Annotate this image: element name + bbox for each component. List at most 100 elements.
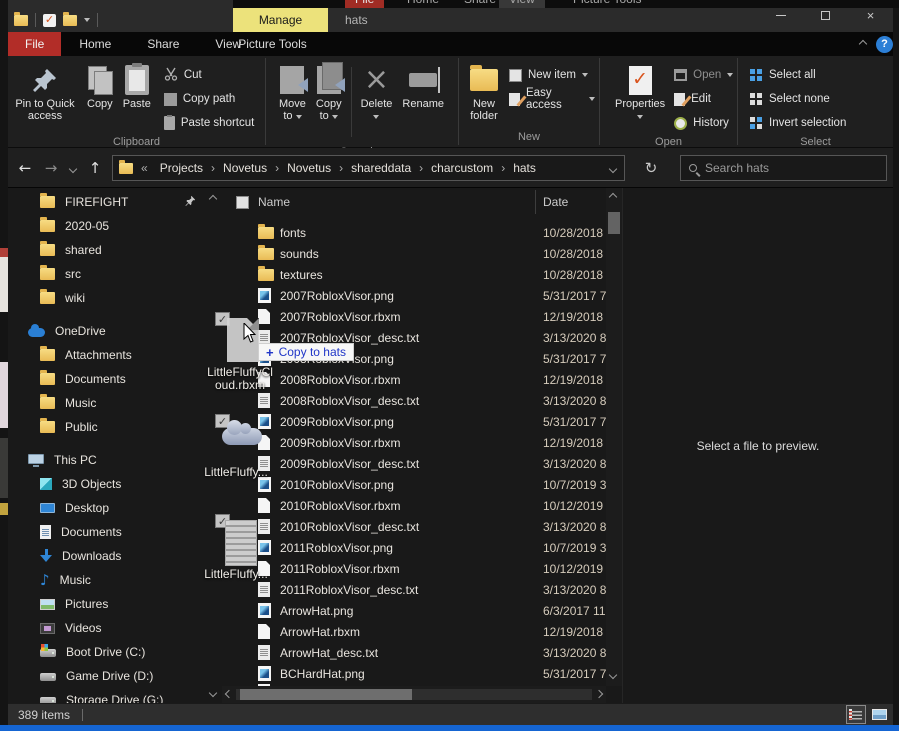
- column-header-name[interactable]: Name: [258, 195, 290, 209]
- file-row[interactable]: 2008RobloxVisor.png 5/31/2017 7: [222, 348, 606, 369]
- help-icon[interactable]: ?: [876, 36, 893, 53]
- sidebar-item[interactable]: Music: [8, 391, 222, 415]
- sidebar-item[interactable]: Storage Drive (G:): [8, 688, 222, 703]
- column-header-date[interactable]: Date: [543, 195, 568, 209]
- sidebar-item[interactable]: wiki: [8, 286, 222, 310]
- file-row[interactable]: textures 10/28/2018: [222, 264, 606, 285]
- delete-button[interactable]: × Delete: [356, 59, 398, 122]
- up-button[interactable]: ↑: [82, 159, 108, 177]
- sidebar-item[interactable]: shared: [8, 238, 222, 262]
- history-button[interactable]: History: [670, 111, 737, 135]
- file-row[interactable]: 2007RobloxVisor.rbxm 12/19/2018: [222, 306, 606, 327]
- invert-selection-button[interactable]: Invert selection: [746, 111, 850, 135]
- scroll-up-icon[interactable]: [609, 193, 617, 201]
- select-all-button[interactable]: Select all: [746, 63, 850, 87]
- file-row[interactable]: 2009RobloxVisor_desc.txt 3/13/2020 8: [222, 453, 606, 474]
- column-divider[interactable]: [535, 190, 536, 214]
- search-box[interactable]: [680, 155, 887, 181]
- qat-new-folder-icon[interactable]: [63, 15, 77, 26]
- collapse-ribbon-icon[interactable]: [859, 40, 867, 48]
- horizontal-scrollbar[interactable]: [222, 686, 606, 703]
- sidebar-item[interactable]: 3D Objects: [8, 472, 222, 496]
- cut-button[interactable]: Cut: [160, 63, 259, 87]
- pin-to-quick-access-button[interactable]: Pin to Quick access: [8, 59, 82, 122]
- address-bar[interactable]: « Projects › Novetus › Novetus › sharedd…: [112, 155, 625, 181]
- sidebar-item[interactable]: OneDrive: [8, 319, 222, 343]
- sidebar-item[interactable]: Public: [8, 415, 222, 439]
- sidebar-item[interactable]: This PC: [8, 448, 222, 472]
- file-row[interactable]: ArrowHat_desc.txt 3/13/2020 8: [222, 642, 606, 663]
- file-row[interactable]: 2010RobloxVisor.png 10/7/2019 3: [222, 474, 606, 495]
- file-row[interactable]: 2011RobloxVisor.rbxm 10/12/2019: [222, 558, 606, 579]
- rename-button[interactable]: Rename: [397, 59, 449, 110]
- copy-path-button[interactable]: Copy path: [160, 87, 259, 111]
- file-row[interactable]: 2008RobloxVisor_desc.txt 3/13/2020 8: [222, 390, 606, 411]
- breadcrumb-item[interactable]: hats: [505, 161, 544, 175]
- breadcrumb-item[interactable]: charcustom: [423, 161, 501, 175]
- file-row[interactable]: 2011RobloxVisor_desc.txt 3/13/2020 8: [222, 579, 606, 600]
- scroll-down-icon[interactable]: [609, 671, 617, 679]
- sidebar-item[interactable]: Documents: [8, 367, 222, 391]
- copy-button[interactable]: Copy: [82, 59, 118, 110]
- file-row[interactable]: fonts 10/28/2018: [222, 222, 606, 243]
- select-none-button[interactable]: Select none: [746, 87, 850, 111]
- vertical-scrollbar[interactable]: [606, 188, 622, 686]
- sidebar-item[interactable]: Pictures: [8, 592, 222, 616]
- tab-picture-tools[interactable]: Picture Tools: [225, 32, 320, 56]
- vertical-scrollbar-thumb[interactable]: [608, 212, 620, 234]
- file-row[interactable]: 2010RobloxVisor_desc.txt 3/13/2020 8: [222, 516, 606, 537]
- sidebar-item[interactable]: Game Drive (D:): [8, 664, 222, 688]
- sidebar-item[interactable]: Videos: [8, 616, 222, 640]
- refresh-button[interactable]: ↻: [638, 155, 664, 181]
- file-row[interactable]: ArrowHat.png 6/3/2017 11: [222, 600, 606, 621]
- file-row[interactable]: 2007RobloxVisor_desc.txt 3/13/2020 8: [222, 327, 606, 348]
- easy-access-button[interactable]: Easy access: [505, 87, 599, 111]
- file-row[interactable]: BCHardHat.png 5/31/2017 7: [222, 663, 606, 684]
- forward-button[interactable]: →: [38, 159, 64, 177]
- recent-locations-button[interactable]: [64, 159, 82, 177]
- file-row[interactable]: 2008RobloxVisor.rbxm 12/19/2018: [222, 369, 606, 390]
- new-folder-button[interactable]: New folder: [465, 59, 503, 122]
- search-input[interactable]: [705, 161, 855, 175]
- sidebar-item[interactable]: Desktop: [8, 496, 222, 520]
- breadcrumb-item[interactable]: Projects: [152, 161, 211, 175]
- qat-folder-icon[interactable]: [14, 15, 28, 26]
- sidebar-item[interactable]: 2020-05: [8, 214, 222, 238]
- sidebar-item[interactable]: ♪ Music: [8, 568, 222, 592]
- file-row[interactable]: 2009RobloxVisor.rbxm 12/19/2018: [222, 432, 606, 453]
- scroll-left-icon[interactable]: [225, 690, 233, 698]
- paste-shortcut-button[interactable]: Paste shortcut: [160, 111, 259, 135]
- sidebar-item[interactable]: FIREFIGHT: [8, 190, 222, 214]
- sidebar-item[interactable]: src: [8, 262, 222, 286]
- breadcrumb-item[interactable]: shareddata: [343, 161, 419, 175]
- qat-customize-caret-icon[interactable]: [84, 18, 90, 22]
- tab-manage[interactable]: Manage: [233, 8, 328, 32]
- tab-file[interactable]: File: [8, 32, 61, 56]
- new-item-button[interactable]: New item: [505, 63, 599, 87]
- file-row[interactable]: 2010RobloxVisor.rbxm 10/12/2019: [222, 495, 606, 516]
- qat-properties-icon[interactable]: ✓: [43, 14, 56, 27]
- sidebar-item[interactable]: Documents: [8, 520, 222, 544]
- sidebar-item[interactable]: Downloads: [8, 544, 222, 568]
- select-all-checkbox[interactable]: [236, 196, 249, 209]
- thumbnails-view-button[interactable]: [869, 705, 889, 724]
- file-row[interactable]: 2007RobloxVisor.png 5/31/2017 7: [222, 285, 606, 306]
- move-to-button[interactable]: Move to: [274, 59, 311, 122]
- paste-button[interactable]: Paste: [118, 59, 156, 110]
- scroll-right-icon[interactable]: [595, 690, 603, 698]
- breadcrumb-item[interactable]: Novetus: [215, 161, 275, 175]
- tab-share[interactable]: Share: [129, 32, 197, 56]
- file-row[interactable]: 2011RobloxVisor.png 10/7/2019 3: [222, 537, 606, 558]
- breadcrumb-item[interactable]: Novetus: [279, 161, 339, 175]
- address-dropdown-icon[interactable]: [610, 161, 616, 175]
- open-button[interactable]: Open: [670, 63, 737, 87]
- file-row[interactable]: ArrowHat.rbxm 12/19/2018: [222, 621, 606, 642]
- tab-home[interactable]: Home: [61, 32, 129, 56]
- properties-button[interactable]: ✓ Properties: [610, 59, 670, 122]
- sidebar-item[interactable]: Boot Drive (C:): [8, 640, 222, 664]
- sidebar-item[interactable]: Attachments: [8, 343, 222, 367]
- crumb-overflow-chevrons[interactable]: «: [133, 161, 152, 175]
- copy-to-button[interactable]: Copy to: [311, 59, 347, 122]
- edit-button[interactable]: Edit: [670, 87, 737, 111]
- file-row[interactable]: sounds 10/28/2018: [222, 243, 606, 264]
